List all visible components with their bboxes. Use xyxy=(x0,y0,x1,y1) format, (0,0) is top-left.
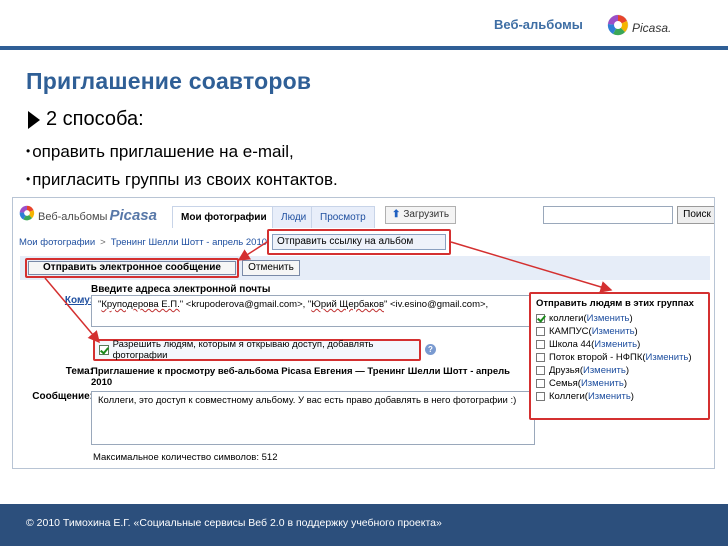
slide-header: Веб-альбомы Picasa. xyxy=(0,0,728,50)
breadcrumb: Мои фотографии > Тренинг Шелли Шотт - апре… xyxy=(19,237,283,248)
group-checkbox[interactable] xyxy=(536,379,545,388)
group-checkbox[interactable] xyxy=(536,314,545,323)
group-name: коллеги xyxy=(549,313,584,324)
group-item[interactable]: КАМПУС (Изменить) xyxy=(536,325,703,338)
bullet-dot-icon: • xyxy=(26,172,31,186)
paren: ) xyxy=(634,326,638,337)
group-name: Коллеги xyxy=(549,391,585,402)
brand-label: Веб-альбомы xyxy=(494,17,583,32)
group-item[interactable]: Коллеги (Изменить) xyxy=(536,390,703,403)
cancel-button[interactable]: Отменить xyxy=(242,260,300,276)
group-checkbox[interactable] xyxy=(536,392,545,401)
group-checkbox[interactable] xyxy=(536,327,545,336)
message-textarea[interactable]: Коллеги, это доступ к совместному альбом… xyxy=(91,391,535,445)
change-link[interactable]: Изменить xyxy=(646,352,689,363)
footer-text: © 2010 Тимохина Е.Г. «Социальные сервисы… xyxy=(26,517,442,529)
change-link[interactable]: Изменить xyxy=(587,313,630,324)
group-item[interactable]: Школа 44 (Изменить) xyxy=(536,338,703,351)
tab-people[interactable]: Люди xyxy=(272,206,316,228)
change-link[interactable]: Изменить xyxy=(581,378,624,389)
groups-title: Отправить людям в этих группах xyxy=(536,298,694,309)
paren: ) xyxy=(637,339,641,350)
bullet-item: • оправить приглашение на e-mail, xyxy=(26,142,294,162)
group-item[interactable]: Друзья (Изменить) xyxy=(536,364,703,377)
to-label[interactable]: Кому: xyxy=(33,295,93,306)
picasa-logo-text: Picasa. xyxy=(632,21,672,35)
slide-title: Приглашение соавторов xyxy=(26,68,312,94)
app-title-prefix: Веб-альбомы xyxy=(38,211,108,223)
slide-footer: © 2010 Тимохина Е.Г. «Социальные сервисы… xyxy=(0,504,728,546)
group-name: Семья xyxy=(549,378,578,389)
recipient-address: " <iv.esino@gmail.com>, xyxy=(384,299,489,310)
allow-uploads-checkbox[interactable] xyxy=(99,345,109,355)
main-bullet: 2 способа: xyxy=(26,108,144,131)
share-link-button[interactable]: Отправить ссылку на альбом xyxy=(272,234,446,250)
recipient-address: " <krupoderova@gmail.com>, " xyxy=(179,299,312,310)
upload-label: Загрузить xyxy=(403,209,450,220)
subject-value: Приглашение к просмотру веб-альбома Pica… xyxy=(91,366,510,388)
paren: ) xyxy=(625,365,630,376)
group-name: Поток второй - НФПК xyxy=(549,352,643,363)
paren: ) xyxy=(629,313,633,324)
app-title: Веб-альбомы Picasa xyxy=(38,207,157,224)
group-name: Друзья xyxy=(549,365,580,376)
bullet-dot-icon: • xyxy=(26,144,31,158)
arrow-bullet-icon xyxy=(28,110,40,129)
bullet-text: пригласить группы из своих контактов. xyxy=(32,170,338,189)
group-checkbox[interactable] xyxy=(536,353,545,362)
share-link-highlight: Отправить ссылку на альбом xyxy=(267,229,451,255)
help-icon[interactable]: ? xyxy=(425,344,436,355)
tab-my-photos[interactable]: Мои фотографии xyxy=(172,206,276,228)
search-button[interactable]: Поиск xyxy=(677,206,714,224)
group-checkbox[interactable] xyxy=(536,366,545,375)
send-email-highlight: Отправить электронное сообщение xyxy=(25,258,239,278)
allow-uploads-highlight: Разрешить людям, которым я открываю дост… xyxy=(93,339,421,361)
group-item[interactable]: Семья (Изменить) xyxy=(536,377,703,390)
picasa-header: Веб-альбомы Picasa Мои фотографии Люди Пр… xyxy=(13,198,714,231)
breadcrumb-root-link[interactable]: Мои фотографии xyxy=(19,237,95,248)
tab-explore[interactable]: Просмотр xyxy=(311,206,375,228)
change-link[interactable]: Изменить xyxy=(583,365,626,376)
allow-uploads-label: Разрешить людям, которым я открываю дост… xyxy=(112,339,374,361)
change-link[interactable]: Изменить xyxy=(588,391,631,402)
app-title-brand: Picasa xyxy=(109,207,157,224)
subject-label: Тема: xyxy=(65,366,93,377)
paren: ) xyxy=(623,378,627,389)
bullet-item: • пригласить группы из своих контактов. xyxy=(26,170,338,190)
search-input[interactable] xyxy=(543,206,673,224)
message-label: Сообщение: xyxy=(32,391,93,402)
group-name: КАМПУС xyxy=(549,326,589,337)
recipient-name: Круподерова Е.П. xyxy=(101,299,180,310)
groups-list: коллеги (Изменить) КАМПУС (Изменить) Школа… xyxy=(536,312,703,403)
change-link[interactable]: Изменить xyxy=(592,326,635,337)
send-email-button[interactable]: Отправить электронное сообщение xyxy=(28,261,236,275)
recipients-input[interactable]: "Круподерова Е.П." <krupoderova@gmail.co… xyxy=(91,295,535,327)
breadcrumb-album-link[interactable]: Тренинг Шелли Шотт - апрель 2010 xyxy=(111,237,267,248)
header-band xyxy=(0,46,728,50)
group-item[interactable]: Поток второй - НФПК (Изменить) xyxy=(536,351,703,364)
group-name: Школа 44 xyxy=(549,339,592,350)
paren: ) xyxy=(630,391,634,402)
change-link[interactable]: Изменить xyxy=(594,339,637,350)
group-checkbox[interactable] xyxy=(536,340,545,349)
groups-panel: Отправить людям в этих группах коллеги (… xyxy=(529,292,710,420)
breadcrumb-separator: > xyxy=(100,237,106,248)
picasa-screenshot: Веб-альбомы Picasa Мои фотографии Люди Пр… xyxy=(12,197,715,469)
picasa-logo-icon xyxy=(607,14,629,36)
upload-button[interactable]: ⬆ Загрузить xyxy=(385,206,457,224)
bullet-text: оправить приглашение на e-mail, xyxy=(32,142,294,161)
recipient-name: Юрий Щербаков xyxy=(311,299,384,310)
upload-arrow-icon: ⬆ xyxy=(392,209,401,220)
picasa-small-logo-icon xyxy=(19,205,35,221)
form-header: Введите адреса электронной почты xyxy=(91,284,271,295)
paren: ) xyxy=(688,352,692,363)
char-count: Максимальное количество символов: 512 xyxy=(93,452,278,463)
main-bullet-text: 2 способа: xyxy=(46,108,144,130)
group-item[interactable]: коллеги (Изменить) xyxy=(536,312,703,325)
